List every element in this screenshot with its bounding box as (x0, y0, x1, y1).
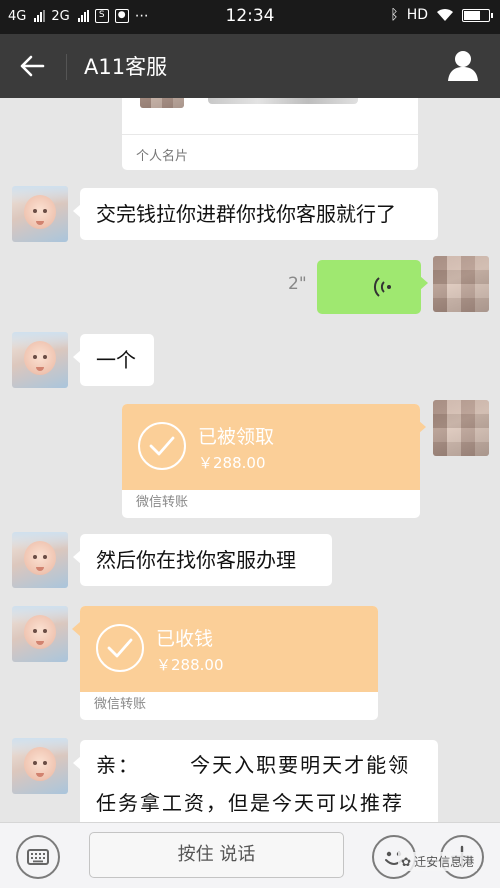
hd-label: HD (406, 7, 428, 23)
card-avatar (140, 98, 184, 108)
transfer-status: 已被领取 (198, 426, 275, 448)
transfer-amount: ￥288.00 (156, 656, 224, 674)
card-type-label: 个人名片 (136, 149, 189, 164)
contact-avatar[interactable] (12, 186, 68, 242)
transfer-card[interactable]: 已被领取 ￥288.00 微信转账 (122, 404, 420, 518)
message-bubble[interactable]: 交完钱拉你进群你找你客服就行了 (73, 188, 438, 240)
chat-title: A11客服 (84, 55, 168, 79)
battery-icon (462, 8, 493, 22)
contact-avatar[interactable] (12, 606, 68, 662)
voice-duration: 2" (288, 274, 307, 294)
check-circle-icon (138, 422, 186, 470)
title-bar: A11客服 (0, 34, 500, 98)
my-avatar[interactable] (433, 400, 489, 456)
message-bubble[interactable]: 然后你在找你客服办理 (73, 534, 332, 586)
status-bar: 4G 2G S ● ⋯ 12:34 ᛒ HD (0, 0, 500, 34)
contact-avatar[interactable] (12, 738, 68, 794)
back-arrow-icon (20, 55, 45, 77)
check-circle-icon (96, 624, 144, 672)
my-avatar[interactable] (433, 256, 489, 312)
hold-to-talk-button[interactable]: 按住 说话 (89, 832, 344, 878)
transfer-amount: ￥288.00 (198, 454, 266, 472)
message-bubble[interactable]: 亲： 今天入职要明天才能领任务拿工资，但是今天可以推荐人，可以得到推荐奖励！ 每 (73, 740, 438, 822)
watermark: ✿ 迁安信息港 (398, 852, 478, 871)
wifi-icon (437, 8, 453, 21)
contact-card[interactable]: 个人名片 (122, 98, 418, 170)
voice-message[interactable] (317, 260, 428, 314)
title-divider (66, 54, 67, 80)
transfer-label: 微信转账 (94, 697, 147, 712)
keyboard-toggle-button[interactable] (16, 835, 60, 879)
transfer-card[interactable]: 已收钱 ￥288.00 微信转账 (80, 606, 378, 720)
input-bar: 按住 说话 ✿ 迁安信息港 (0, 822, 500, 888)
person-icon (448, 51, 478, 81)
back-button[interactable] (18, 52, 48, 80)
contact-avatar[interactable] (12, 332, 68, 388)
watermark-text: 迁安信息港 (414, 855, 475, 869)
transfer-label: 微信转账 (136, 495, 189, 510)
card-blurred-info (208, 98, 358, 104)
bluetooth-icon: ᛒ (390, 7, 399, 23)
message-bubble[interactable]: 一个 (73, 334, 154, 386)
keyboard-icon (27, 849, 49, 865)
voice-wave-icon (373, 277, 391, 297)
contact-avatar[interactable] (12, 532, 68, 588)
wechat-logo-icon: ✿ (401, 854, 412, 869)
chat-info-button[interactable] (446, 48, 480, 82)
transfer-status: 已收钱 (156, 628, 214, 650)
chat-area[interactable]: 个人名片 交完钱拉你进群你找你客服就行了 2" 一个 已被领取 ￥288.00 … (0, 98, 500, 822)
